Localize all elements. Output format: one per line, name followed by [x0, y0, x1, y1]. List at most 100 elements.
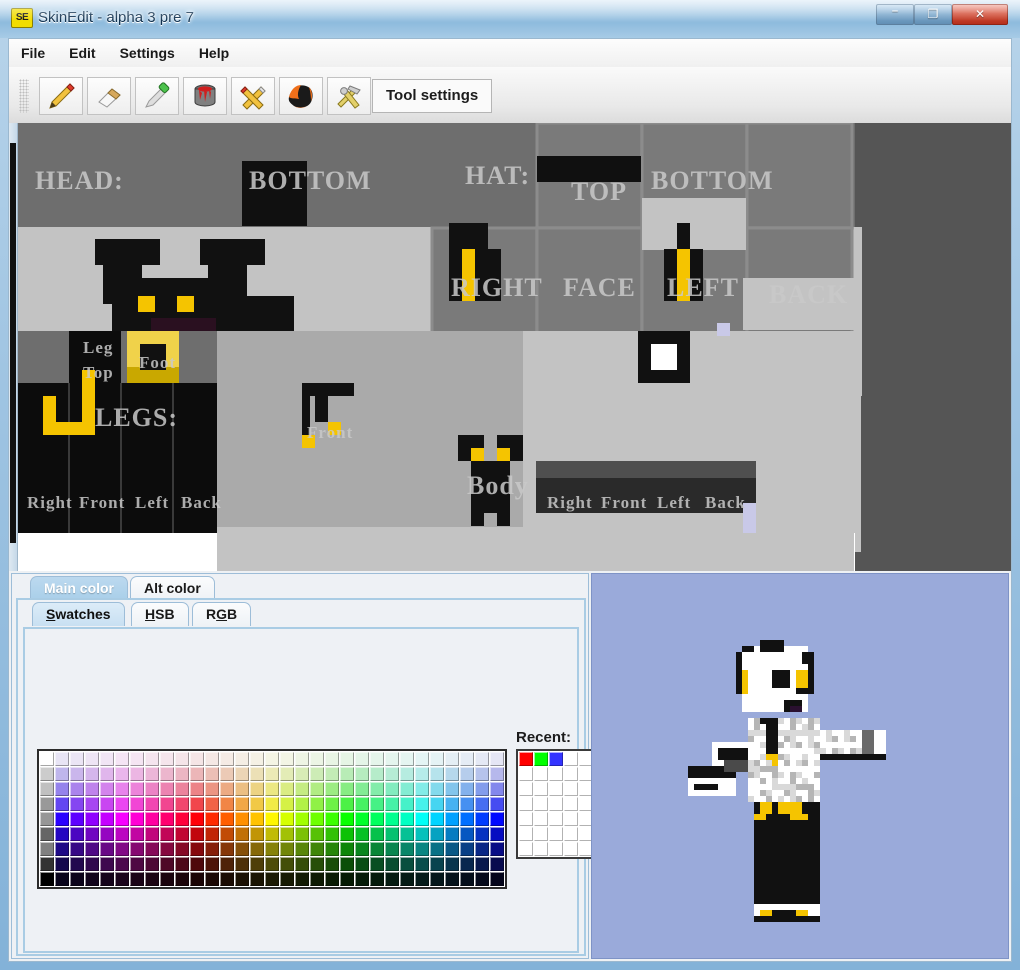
swatch-cell[interactable]	[100, 812, 114, 826]
swatch-cell[interactable]	[385, 827, 399, 841]
swatch-cell[interactable]	[280, 752, 294, 766]
recent-color-cell[interactable]	[564, 827, 578, 841]
swatch-cell[interactable]	[475, 797, 489, 811]
swatch-cell[interactable]	[415, 872, 429, 886]
swatch-cell[interactable]	[175, 797, 189, 811]
fill-tool-button[interactable]	[183, 77, 227, 115]
swatch-cell[interactable]	[55, 857, 69, 871]
swatch-cell[interactable]	[70, 857, 84, 871]
recent-color-cell[interactable]	[549, 782, 563, 796]
swatch-cell[interactable]	[220, 767, 234, 781]
recent-color-cell[interactable]	[534, 842, 548, 856]
swatch-cell[interactable]	[145, 812, 159, 826]
swatch-cell[interactable]	[445, 782, 459, 796]
swatch-cell[interactable]	[445, 827, 459, 841]
swatch-cell[interactable]	[340, 827, 354, 841]
swatch-cell[interactable]	[415, 797, 429, 811]
recent-color-cell[interactable]	[534, 782, 548, 796]
swatch-cell[interactable]	[490, 842, 504, 856]
swatch-cell[interactable]	[415, 857, 429, 871]
swatch-cell[interactable]	[130, 767, 144, 781]
swatch-cell[interactable]	[265, 812, 279, 826]
swatch-cell[interactable]	[325, 767, 339, 781]
swatch-cell[interactable]	[160, 752, 174, 766]
swatch-cell[interactable]	[295, 842, 309, 856]
swatch-cell[interactable]	[415, 752, 429, 766]
swatch-cell[interactable]	[205, 857, 219, 871]
swatch-cell[interactable]	[220, 827, 234, 841]
swatch-cell[interactable]	[280, 872, 294, 886]
swatch-cell[interactable]	[220, 797, 234, 811]
swatch-cell[interactable]	[205, 827, 219, 841]
swatch-cell[interactable]	[235, 842, 249, 856]
swatch-cell[interactable]	[295, 827, 309, 841]
recent-color-cell[interactable]	[564, 812, 578, 826]
swatch-cell[interactable]	[355, 812, 369, 826]
swatch-cell[interactable]	[385, 842, 399, 856]
swatch-cell[interactable]	[400, 797, 414, 811]
swatch-cell[interactable]	[145, 752, 159, 766]
swatch-cell[interactable]	[130, 752, 144, 766]
swatch-cell[interactable]	[100, 782, 114, 796]
swatch-cell[interactable]	[250, 842, 264, 856]
swatch-cell[interactable]	[385, 812, 399, 826]
swatch-cell[interactable]	[220, 872, 234, 886]
recent-color-cell[interactable]	[564, 752, 578, 766]
swatch-cell[interactable]	[220, 782, 234, 796]
swatch-cell[interactable]	[175, 812, 189, 826]
swatch-cell[interactable]	[160, 872, 174, 886]
swatch-cell[interactable]	[55, 797, 69, 811]
swatch-cell[interactable]	[130, 857, 144, 871]
swatch-cell[interactable]	[355, 767, 369, 781]
draw-tools-button[interactable]	[231, 77, 275, 115]
swatch-cell[interactable]	[460, 827, 474, 841]
recent-color-cell[interactable]	[519, 812, 533, 826]
recent-color-cell[interactable]	[549, 812, 563, 826]
swatch-cell[interactable]	[430, 872, 444, 886]
swatch-cell[interactable]	[85, 812, 99, 826]
swatch-cell[interactable]	[385, 782, 399, 796]
swatch-cell[interactable]	[310, 872, 324, 886]
swatch-cell[interactable]	[130, 812, 144, 826]
swatch-cell[interactable]	[265, 782, 279, 796]
recent-color-cell[interactable]	[534, 752, 548, 766]
swatch-cell[interactable]	[175, 827, 189, 841]
swatch-cell[interactable]	[100, 797, 114, 811]
swatch-cell[interactable]	[190, 797, 204, 811]
swatch-cell[interactable]	[370, 782, 384, 796]
swatch-cell[interactable]	[490, 797, 504, 811]
swatch-cell[interactable]	[130, 872, 144, 886]
swatch-cell[interactable]	[160, 842, 174, 856]
swatch-cell[interactable]	[355, 872, 369, 886]
swatch-cell[interactable]	[265, 767, 279, 781]
swatch-cell[interactable]	[205, 842, 219, 856]
swatch-cell[interactable]	[55, 767, 69, 781]
swatch-cell[interactable]	[145, 797, 159, 811]
swatch-cell[interactable]	[190, 767, 204, 781]
swatch-cell[interactable]	[100, 827, 114, 841]
swatch-cell[interactable]	[175, 857, 189, 871]
swatch-cell[interactable]	[310, 827, 324, 841]
tool-settings-button[interactable]: Tool settings	[372, 79, 493, 113]
swatch-cell[interactable]	[235, 872, 249, 886]
swatch-cell[interactable]	[415, 782, 429, 796]
swatch-cell[interactable]	[490, 827, 504, 841]
swatch-cell[interactable]	[250, 827, 264, 841]
swatch-cell[interactable]	[475, 857, 489, 871]
swatch-cell[interactable]	[295, 752, 309, 766]
swatch-cell[interactable]	[460, 872, 474, 886]
swatch-cell[interactable]	[250, 752, 264, 766]
swatch-cell[interactable]	[310, 782, 324, 796]
swatch-cell[interactable]	[460, 842, 474, 856]
swatch-cell[interactable]	[490, 752, 504, 766]
noise-tool-button[interactable]	[279, 77, 323, 115]
swatch-cell[interactable]	[115, 767, 129, 781]
recent-color-cell[interactable]	[519, 752, 533, 766]
swatch-cell[interactable]	[340, 797, 354, 811]
swatch-cell[interactable]	[445, 842, 459, 856]
menu-help[interactable]: Help	[187, 39, 241, 67]
swatch-cell[interactable]	[55, 827, 69, 841]
swatch-cell[interactable]	[160, 782, 174, 796]
maximize-button[interactable]: ❐	[914, 4, 952, 25]
swatch-cell[interactable]	[430, 767, 444, 781]
